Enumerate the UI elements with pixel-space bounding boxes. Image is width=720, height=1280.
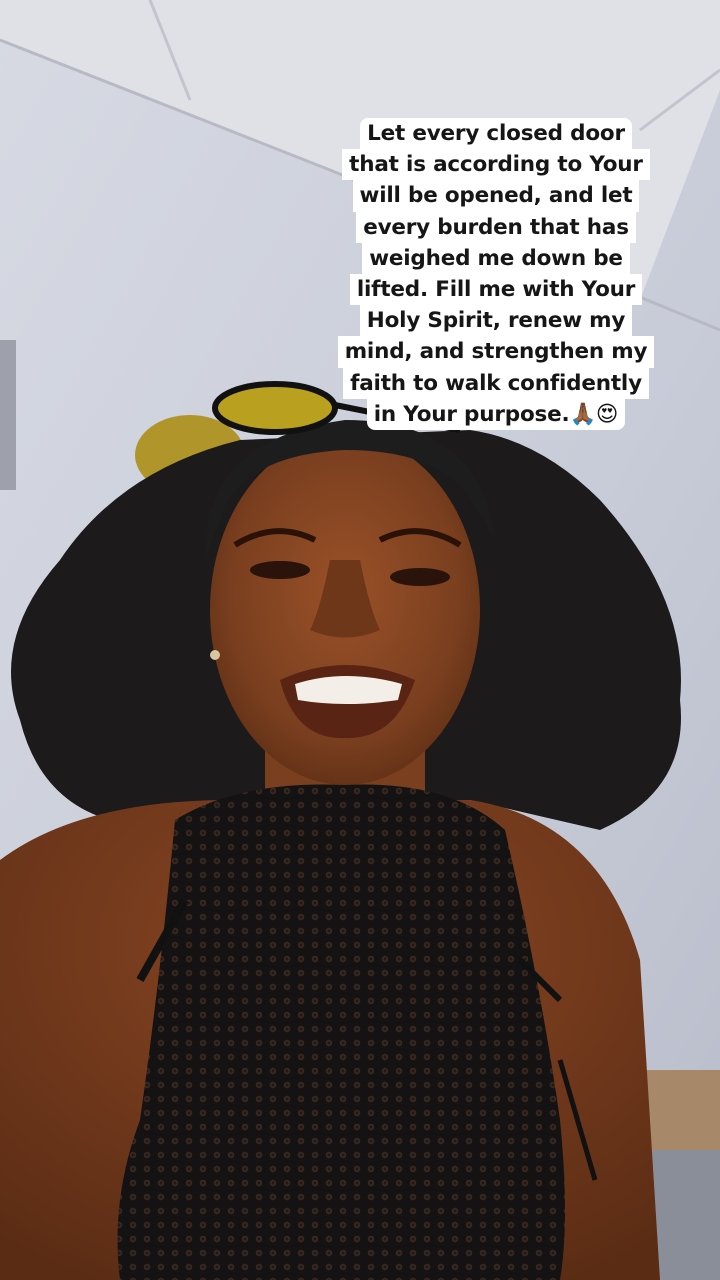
caption-line: weighed me down be [362,242,630,275]
caption-line: Let every closed door [360,118,632,150]
teeth [295,676,402,704]
caption-line: in Your purpose.🙏🏾😍 [366,398,626,431]
right-eye [390,568,450,586]
caption-overlay: Let every closed door that is according … [336,118,656,431]
sunglasses-lens [212,381,338,435]
left-eye [250,561,310,579]
caption-line: lifted. Fill me with Your [349,274,643,306]
earring [210,650,220,660]
wall-frame [0,340,16,490]
caption-line: Holy Spirit, renew my [359,305,633,337]
caption-line: every burden that has [356,211,636,243]
caption-line: faith to walk confidently [343,367,649,399]
caption-line: will be opened, and let [352,180,640,212]
caption-line: mind, and strengthen my [337,336,655,368]
knit-top [117,784,565,1280]
caption-line: that is according to Your [342,149,650,181]
